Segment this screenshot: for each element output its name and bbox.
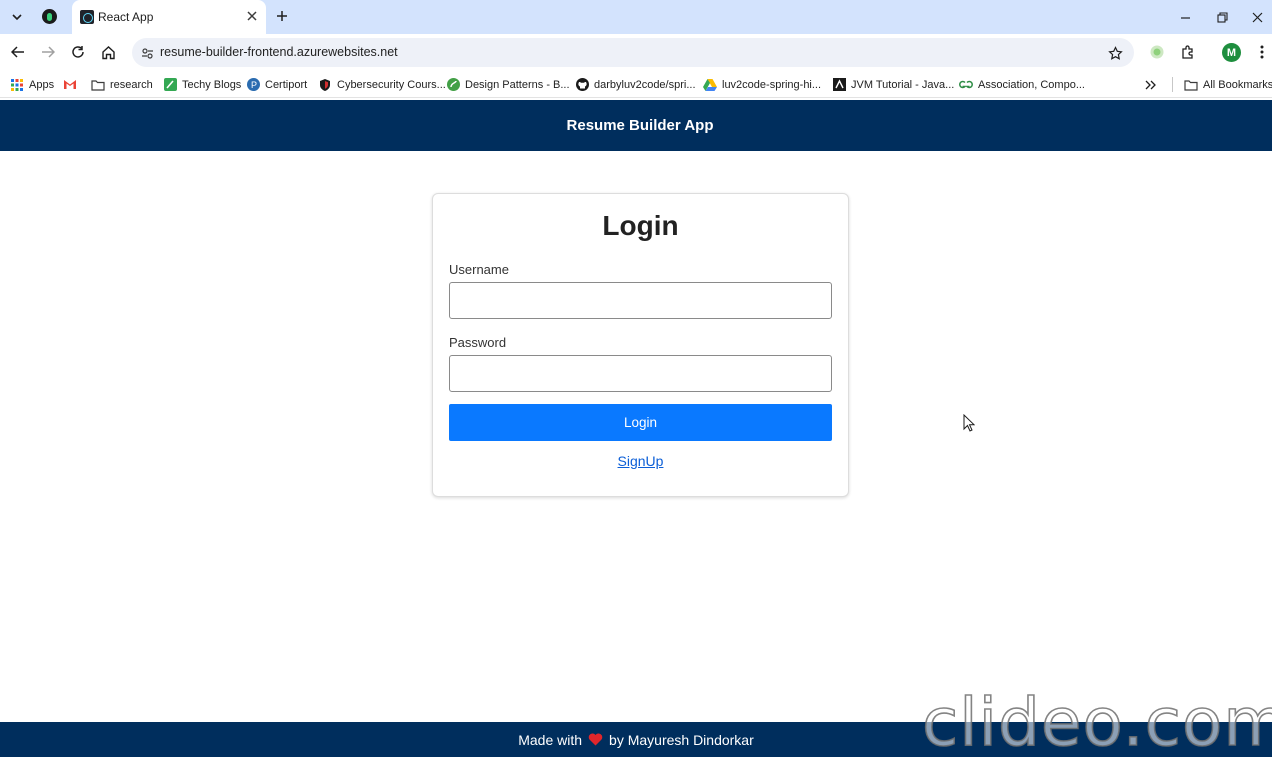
bookmark-certiport[interactable]: P Certiport [246,76,307,93]
bookmark-techy-blogs[interactable]: Techy Blogs [163,76,241,93]
tab-search-button[interactable] [6,6,28,28]
bookmark-jvm-tutorial[interactable]: JVM Tutorial - Java... [832,76,954,93]
bookmark-star-button[interactable] [1106,44,1124,62]
react-icon [80,10,94,24]
drive-icon [703,78,717,92]
tab-close-button[interactable] [243,7,261,25]
profile-avatar[interactable]: M [1222,43,1241,62]
minimize-icon [1180,16,1190,19]
bookmark-label: luv2code-spring-hi... [722,78,822,91]
tune-icon [141,47,153,59]
bookmark-label: JVM Tutorial - Java... [851,78,955,91]
extensions-menu-button[interactable] [1178,42,1198,62]
star-icon [1107,45,1123,60]
arrow-left-icon [11,46,24,58]
tab-react-app[interactable]: React App [72,0,266,34]
heart-icon [588,733,603,746]
username-input[interactable] [449,282,832,319]
bookmark-label: Certiport [265,78,308,91]
extension-blob-icon [1150,45,1164,59]
new-tab-button[interactable] [272,6,292,26]
close-window-button[interactable] [1246,6,1268,28]
close-icon [247,11,257,21]
bookmarks-overflow-button[interactable] [1145,76,1156,93]
home-icon [101,45,115,59]
github-icon [575,78,589,92]
reload-icon [72,46,84,58]
username-label: Username [449,262,509,277]
bookmark-label: Techy Blogs [182,78,242,91]
browser-tab-strip: React App [0,0,1272,34]
bookmark-association[interactable]: Association, Compo... [959,76,1085,93]
design-patterns-icon [446,78,460,92]
bookmark-label: Cybersecurity Cours... [337,78,446,91]
bookmark-apps[interactable]: Apps [10,76,54,93]
bookmark-research[interactable]: research [91,76,153,93]
plus-icon [277,11,287,21]
extension-button[interactable] [1147,42,1167,62]
password-input[interactable] [449,355,832,392]
app-header: Resume Builder App [0,100,1272,151]
bookmark-label: Design Patterns - B... [465,78,570,91]
svg-text:P: P [251,80,257,90]
signup-link[interactable]: SignUp [433,453,848,469]
chevron-double-right-icon [1145,80,1156,89]
watermark-logo: clideo.com [921,684,1272,757]
browser-menu-button[interactable] [1252,42,1272,62]
restore-button[interactable] [1211,6,1233,28]
app-title: Resume Builder App [566,117,714,134]
gfg-icon [959,78,973,92]
back-button[interactable] [7,41,29,63]
puzzle-icon [1182,45,1193,59]
login-heading: Login [602,210,679,241]
login-card: Login Username Password Login SignUp [432,193,849,497]
reload-button[interactable] [67,41,89,63]
gmail-icon [63,78,77,92]
close-icon [1252,12,1262,22]
restore-icon [1216,11,1228,23]
bookmark-label: research [110,78,153,91]
bookmark-github[interactable]: darbyluv2code/spri... [575,76,696,93]
mouse-pointer-icon [963,414,975,432]
footer-suffix: by Mayuresh Dindorkar [609,731,754,748]
chevron-down-icon [12,14,22,21]
bookmark-drive[interactable]: luv2code-spring-hi... [703,76,821,93]
apps-grid-icon [10,78,24,92]
more-vert-icon [1260,45,1264,59]
bookmark-label: Association, Compo... [978,78,1085,91]
bookmarks-bar: Apps research Techy Blogs P Certiport Cy… [0,71,1272,98]
shield-icon [318,78,332,92]
password-label: Password [449,335,507,350]
site-info-button[interactable] [138,44,156,62]
footer-prefix: Made with [518,731,583,748]
bookmarks-divider [1172,77,1173,92]
pinned-tab-icon[interactable] [42,9,57,24]
bookmark-gmail[interactable] [63,76,82,93]
tab-title: React App [98,10,154,24]
certiport-icon: P [246,78,260,92]
blog-icon [163,78,177,92]
address-bar[interactable]: resume-builder-frontend.azurewebsites.ne… [132,38,1134,67]
url-text: resume-builder-frontend.azurewebsites.ne… [160,45,398,59]
bookmark-label: darbyluv2code/spri... [594,78,696,91]
forward-button[interactable] [37,41,59,63]
jvm-icon [832,78,846,92]
minimize-button[interactable] [1174,6,1196,28]
bookmark-cybersecurity[interactable]: Cybersecurity Cours... [318,76,446,93]
browser-toolbar: resume-builder-frontend.azurewebsites.ne… [0,34,1272,71]
login-button[interactable]: Login [449,404,832,441]
bookmark-label: Apps [29,78,55,91]
all-bookmarks-label: All Bookmarks [1203,78,1272,91]
bookmark-design-patterns[interactable]: Design Patterns - B... [446,76,570,93]
folder-icon [91,78,105,92]
home-button[interactable] [97,41,119,63]
folder-icon [1184,78,1198,92]
arrow-right-icon [42,46,55,58]
all-bookmarks[interactable]: All Bookmarks [1184,76,1272,93]
